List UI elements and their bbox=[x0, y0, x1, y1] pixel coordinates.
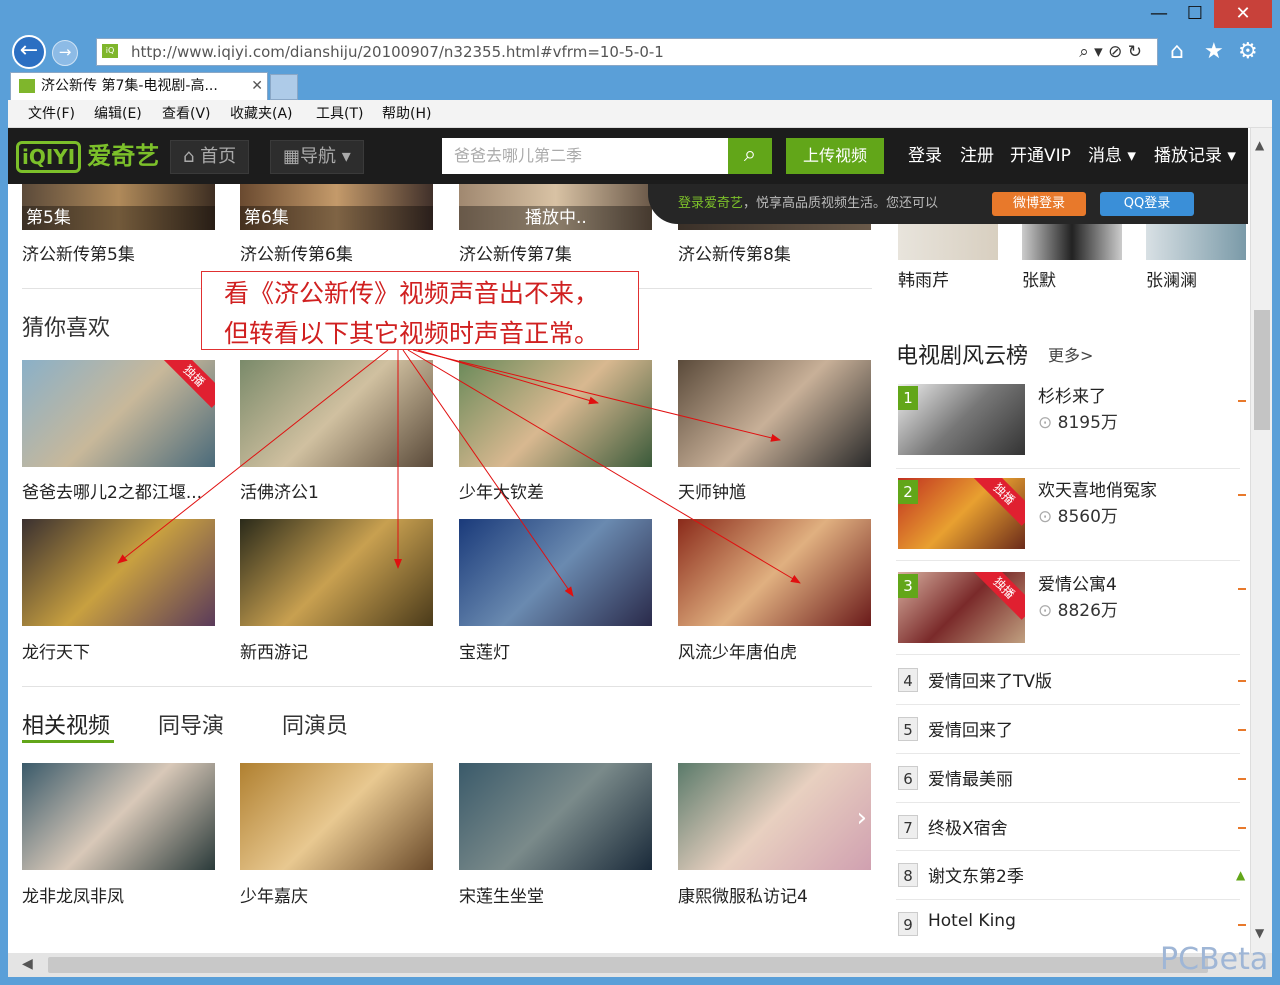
login-prompt-text: 登录爱奇艺，悦享高品质视频生活。您还可以 bbox=[678, 196, 939, 211]
scroll-left-icon[interactable]: ◀ bbox=[22, 956, 33, 972]
home-nav-button[interactable]: ⌂ 首页 bbox=[170, 140, 250, 174]
forward-button[interactable]: → bbox=[52, 40, 78, 66]
tab-favicon-icon bbox=[19, 79, 35, 93]
close-window-button[interactable]: ✕ bbox=[1214, 0, 1272, 28]
messages-menu[interactable]: 消息 ▾ bbox=[1088, 138, 1136, 174]
browser-tab-active[interactable]: 济公新传 第7集-电视剧-高... ✕ bbox=[10, 72, 268, 100]
pcbeta-watermark: PCBeta bbox=[1160, 942, 1269, 977]
history-menu[interactable]: 播放记录 ▾ bbox=[1154, 138, 1236, 174]
settings-gear-icon[interactable]: ⚙ bbox=[1238, 36, 1258, 68]
login-link[interactable]: 登录 bbox=[908, 138, 942, 174]
home-icon[interactable]: ⌂ bbox=[1170, 36, 1184, 68]
maximize-button[interactable]: ☐ bbox=[1176, 0, 1214, 28]
favorites-star-icon[interactable]: ★ bbox=[1204, 36, 1224, 68]
title-bar: — ☐ ✕ bbox=[0, 0, 1280, 32]
site-favicon-icon: iQ bbox=[102, 44, 118, 58]
scroll-up-icon[interactable]: ▲ bbox=[1255, 138, 1264, 152]
menu-favorites[interactable]: 收藏夹(A) bbox=[230, 100, 293, 128]
back-button[interactable]: ← bbox=[12, 35, 46, 69]
tab-title: 济公新传 第7集-电视剧-高... bbox=[41, 78, 218, 94]
browser-window: — ☐ ✕ ← → http://www.iqiyi.com/dianshiju… bbox=[0, 0, 1280, 985]
guide-nav-button[interactable]: ▦导航 ▾ bbox=[270, 140, 364, 174]
register-link[interactable]: 注册 bbox=[960, 138, 994, 174]
address-bar-actions[interactable]: ⌕ ▾ ⊘ ↻ bbox=[1079, 38, 1142, 66]
qq-login-button[interactable]: QQ登录 bbox=[1100, 192, 1194, 216]
menu-file[interactable]: 文件(F) bbox=[28, 100, 75, 128]
vertical-scrollbar[interactable]: ▲ ▼ bbox=[1250, 128, 1272, 953]
iqiyi-logo[interactable]: iQIYI 爱奇艺 bbox=[16, 138, 159, 174]
site-header: iQIYI 爱奇艺 ⌂ 首页 ▦导航 ▾ 爸爸去哪儿第二季 ⌕ 上传视频 登录 注… bbox=[8, 128, 1248, 184]
address-bar[interactable]: http://www.iqiyi.com/dianshiju/20100907/… bbox=[96, 38, 1158, 66]
menu-help[interactable]: 帮助(H) bbox=[382, 100, 431, 128]
weibo-login-button[interactable]: 微博登录 bbox=[992, 192, 1086, 216]
login-prompt-bar: 登录爱奇艺，悦享高品质视频生活。您还可以 微博登录 QQ登录 bbox=[648, 184, 1248, 224]
horizontal-scroll-thumb[interactable] bbox=[48, 957, 1208, 973]
horizontal-scrollbar[interactable]: ◀ bbox=[8, 953, 1272, 977]
menu-view[interactable]: 查看(V) bbox=[162, 100, 211, 128]
minimize-button[interactable]: — bbox=[1140, 0, 1178, 28]
tab-close-icon[interactable]: ✕ bbox=[251, 73, 263, 99]
scroll-thumb[interactable] bbox=[1254, 310, 1270, 430]
menu-bar: 文件(F) 编辑(E) 查看(V) 收藏夹(A) 工具(T) 帮助(H) bbox=[8, 100, 1272, 128]
vip-link[interactable]: 开通VIP bbox=[1010, 138, 1071, 174]
site-search-input[interactable]: 爸爸去哪儿第二季 bbox=[442, 138, 728, 174]
web-page: 第5集 第6集 播放中.. 济公新传第5集 济公新传第6集 济公新传第7集 济公… bbox=[8, 128, 1272, 953]
menu-edit[interactable]: 编辑(E) bbox=[94, 100, 142, 128]
navigation-bar: ← → http://www.iqiyi.com/dianshiju/20100… bbox=[8, 32, 1272, 72]
menu-tools[interactable]: 工具(T) bbox=[316, 100, 363, 128]
scroll-down-icon[interactable]: ▼ bbox=[1255, 926, 1264, 940]
new-tab-button[interactable] bbox=[270, 74, 298, 100]
search-icon[interactable]: ⌕ bbox=[728, 138, 772, 174]
tab-strip: 济公新传 第7集-电视剧-高... ✕ bbox=[8, 72, 1272, 100]
upload-video-button[interactable]: 上传视频 bbox=[786, 138, 884, 174]
annotation-arrows bbox=[117, 349, 801, 597]
